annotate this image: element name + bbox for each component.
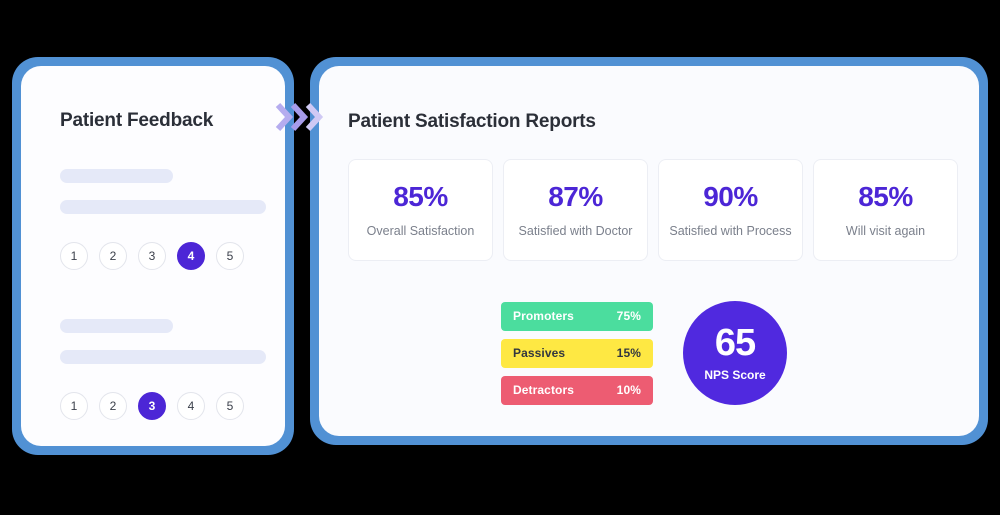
nps-bar-percent: 75% [616,309,641,323]
rating-option-1[interactable]: 1 [60,392,88,420]
nps-bar-passives: Passives 15% [501,338,653,368]
stat-value: 90% [703,180,758,212]
rating-option-4-selected[interactable]: 4 [177,242,205,270]
placeholder-line-long [60,200,266,214]
stat-card-overall-satisfaction: 85% Overall Satisfaction [348,159,493,261]
feedback-item-1: 1 2 3 4 5 [60,169,266,270]
nps-bar-label: Detractors [513,383,575,397]
nps-bar-detractors: Detractors 10% [501,375,653,405]
stat-card-will-visit-again: 85% Will visit again [813,159,958,261]
placeholder-line-short [60,169,173,183]
patient-feedback-panel-frame: Patient Feedback 1 2 3 4 5 1 2 3 4 5 [12,57,294,455]
nps-score-badge: 65 NPS Score [683,301,787,405]
stats-row: 85% Overall Satisfaction 87% Satisfied w… [348,159,958,261]
stat-label: Will visit again [845,223,926,238]
patient-feedback-title: Patient Feedback [60,110,214,131]
rating-option-3[interactable]: 3 [138,242,166,270]
stat-label: Satisfied with Doctor [518,223,633,238]
nps-bar-label: Promoters [513,309,574,323]
rating-option-3-selected[interactable]: 3 [138,392,166,420]
nps-score-caption: NPS Score [704,368,766,382]
patient-satisfaction-card: Patient Satisfaction Reports 85% Overall… [319,66,979,436]
patient-satisfaction-panel-frame: Patient Satisfaction Reports 85% Overall… [310,57,988,445]
stat-value: 85% [858,180,913,212]
nps-bar-percent: 10% [616,383,641,397]
double-chevron-right-icon [274,100,324,134]
feedback-item-2: 1 2 3 4 5 [60,319,266,420]
rating-option-5[interactable]: 5 [216,392,244,420]
rating-option-1[interactable]: 1 [60,242,88,270]
nps-score-value: 65 [714,322,756,364]
rating-scale-2: 1 2 3 4 5 [60,392,266,420]
nps-breakdown: Promoters 75% Passives 15% Detractors 10… [501,301,787,405]
stat-value: 87% [548,180,603,212]
stat-value: 85% [393,180,448,212]
screenshot-stage: Patient Feedback 1 2 3 4 5 1 2 3 4 5 Pat… [0,0,1000,515]
rating-option-2[interactable]: 2 [99,242,127,270]
placeholder-line-long [60,350,266,364]
patient-satisfaction-title: Patient Satisfaction Reports [348,111,596,132]
stat-label: Overall Satisfaction [366,223,475,238]
nps-segment-bars: Promoters 75% Passives 15% Detractors 10… [501,301,653,405]
rating-option-2[interactable]: 2 [99,392,127,420]
nps-bar-label: Passives [513,346,566,360]
placeholder-line-short [60,319,173,333]
stat-label: Satisfied with Process [669,223,792,238]
stat-card-satisfied-with-doctor: 87% Satisfied with Doctor [503,159,648,261]
rating-option-5[interactable]: 5 [216,242,244,270]
nps-bar-promoters: Promoters 75% [501,301,653,331]
nps-bar-percent: 15% [616,346,641,360]
rating-option-4[interactable]: 4 [177,392,205,420]
stat-card-satisfied-with-process: 90% Satisfied with Process [658,159,803,261]
rating-scale-1: 1 2 3 4 5 [60,242,266,270]
patient-feedback-card: Patient Feedback 1 2 3 4 5 1 2 3 4 5 [21,66,285,446]
